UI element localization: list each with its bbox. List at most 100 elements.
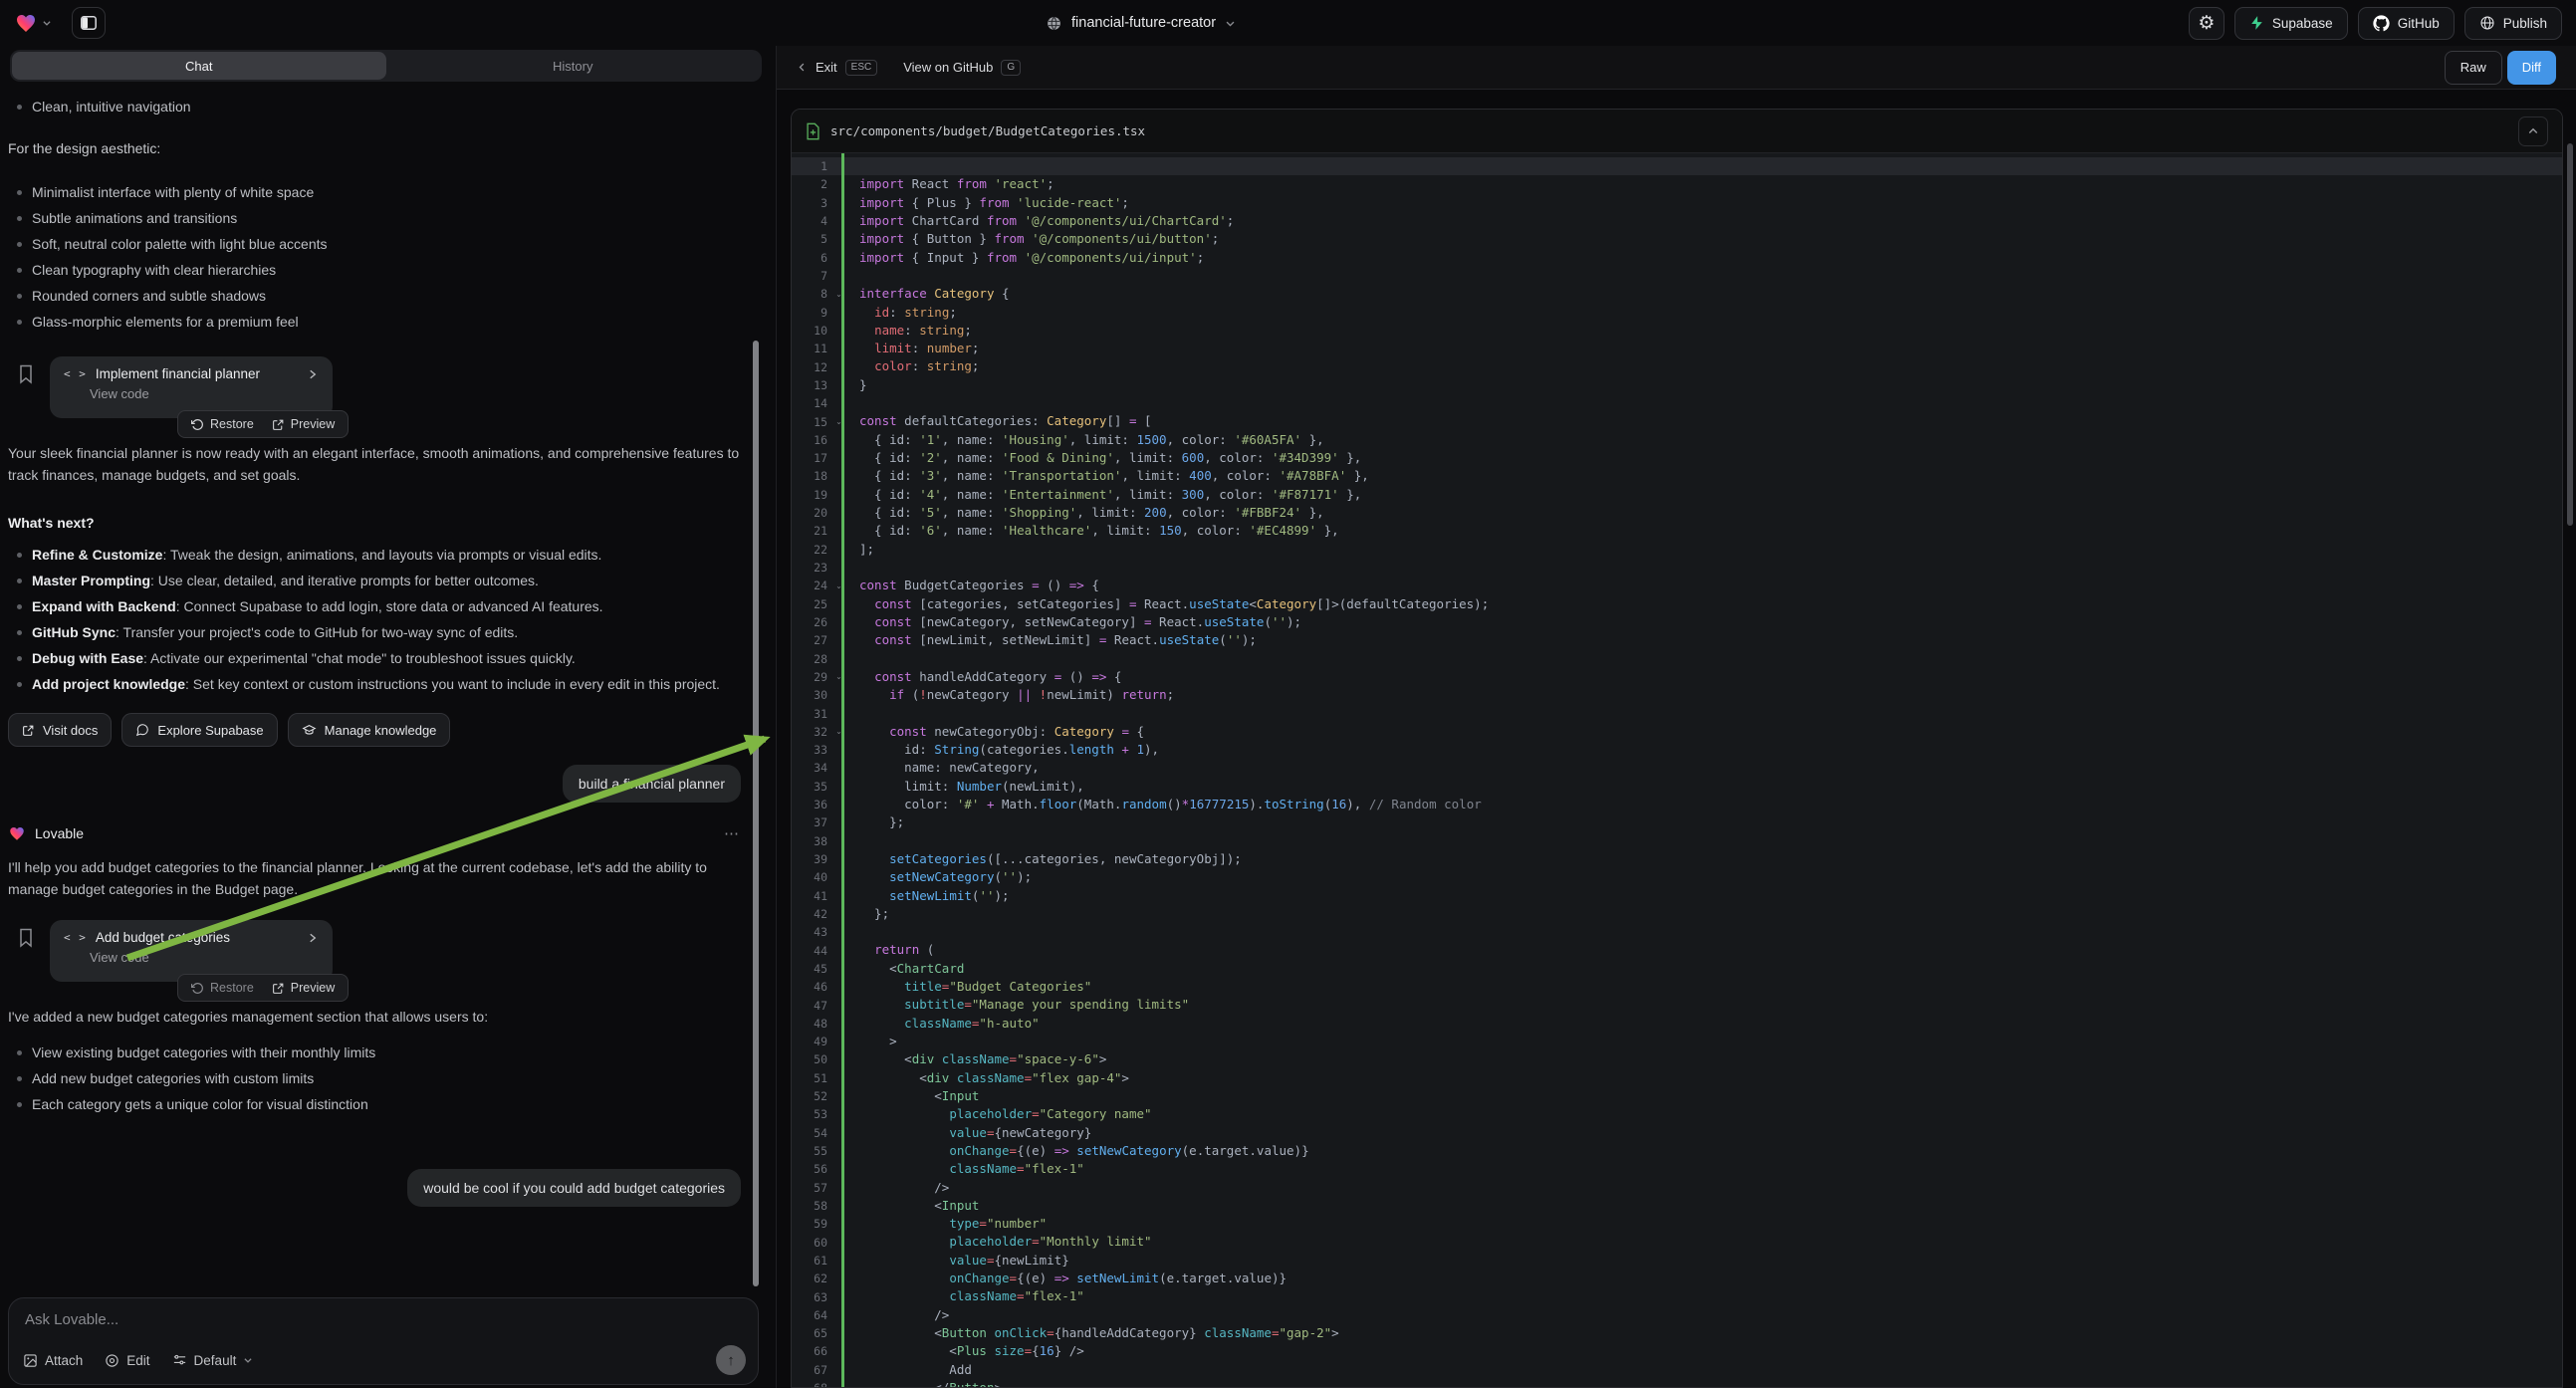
line-number: 55 — [792, 1144, 827, 1158]
list-item: Glass-morphic elements for a premium fee… — [8, 309, 741, 335]
code-text: const [newLimit, setNewLimit] = React.us… — [859, 631, 1257, 649]
list-item: Add project knowledge: Set key context o… — [8, 671, 741, 697]
preview-button[interactable]: Preview — [263, 981, 344, 995]
list-item: View existing budget categories with the… — [8, 1040, 741, 1065]
bookmark-icon[interactable] — [18, 364, 34, 384]
code-line: 65 <Button onClick={handleAddCategory} c… — [792, 1324, 2562, 1342]
supabase-label: Supabase — [2272, 16, 2333, 31]
exit-label: Exit — [816, 60, 837, 75]
line-number: 37 — [792, 815, 827, 829]
bookmark-icon[interactable] — [18, 928, 34, 948]
tab-chat[interactable]: Chat — [12, 52, 386, 80]
code-text: color: string; — [859, 357, 979, 375]
fold-chevron-icon[interactable]: ⌄ — [827, 417, 850, 426]
line-number: 27 — [792, 633, 827, 647]
edit-card-add-budget-categories[interactable]: < > Add budget categories View code — [50, 920, 333, 982]
code-text: id: string; — [859, 304, 957, 322]
code-text: import ChartCard from '@/components/ui/C… — [859, 212, 1234, 230]
code-line: 27 const [newLimit, setNewLimit] = React… — [792, 631, 2562, 649]
file-path: src/components/budget/BudgetCategories.t… — [830, 123, 1145, 138]
code-text: /> — [859, 1179, 949, 1197]
chat-scroll-area[interactable]: Clean, intuitive navigation For the desi… — [0, 82, 767, 1297]
supabase-button[interactable]: Supabase — [2234, 7, 2348, 40]
code-text: placeholder="Monthly limit" — [859, 1233, 1152, 1251]
settings-button[interactable]: ⚙ — [2189, 7, 2225, 40]
code-viewer-panel: Exit ESC View on GitHub G Raw Diff src/c… — [776, 46, 2576, 1388]
publish-globe-icon — [2479, 15, 2495, 31]
code-text: limit: Number(newLimit), — [859, 778, 1084, 796]
code-line: 38 — [792, 832, 2562, 850]
line-number: 45 — [792, 962, 827, 976]
code-text: id: String(categories.length + 1), — [859, 741, 1159, 759]
chat-input[interactable]: Ask Lovable... — [9, 1298, 758, 1328]
lovable-logo-menu[interactable] — [14, 11, 52, 35]
code-line: 67 Add — [792, 1361, 2562, 1379]
chat-composer[interactable]: Ask Lovable... Attach Edit Default ↑ — [8, 1297, 759, 1385]
list-item: Clean, intuitive navigation — [8, 94, 741, 119]
raw-toggle-button[interactable]: Raw — [2445, 51, 2502, 85]
line-number: 21 — [792, 524, 827, 538]
project-name: financial-future-creator — [1071, 15, 1216, 31]
code-text: ]; — [859, 541, 874, 559]
diff-toggle-button[interactable]: Diff — [2507, 51, 2556, 85]
project-selector[interactable]: financial-future-creator — [1046, 0, 1236, 46]
fold-chevron-icon[interactable]: ⌄ — [827, 672, 850, 681]
code-line: 26 const [newCategory, setNewCategory] =… — [792, 613, 2562, 631]
code-body[interactable]: 12import React from 'react';3import { Pl… — [792, 153, 2562, 1387]
github-button[interactable]: GitHub — [2358, 7, 2455, 40]
code-line: 1 — [792, 157, 2562, 175]
view-on-github-button[interactable]: View on GitHub G — [903, 60, 1021, 76]
line-number: 11 — [792, 342, 827, 355]
more-options-icon[interactable]: ⋯ — [724, 824, 741, 842]
manage-knowledge-button[interactable]: Manage knowledge — [288, 713, 451, 747]
line-number: 50 — [792, 1052, 827, 1066]
view-code-link[interactable]: View code — [90, 950, 319, 965]
explore-supabase-button[interactable]: Explore Supabase — [121, 713, 277, 747]
code-scrollbar[interactable] — [2567, 143, 2573, 526]
edit-mode-button[interactable]: Edit — [105, 1353, 149, 1368]
preview-label: Preview — [291, 981, 335, 995]
code-line: 64 /> — [792, 1306, 2562, 1324]
send-button[interactable]: ↑ — [716, 1345, 746, 1375]
user-message-bubble: would be cool if you could add budget ca… — [407, 1169, 741, 1207]
sliders-icon — [172, 1353, 187, 1368]
code-text: const [categories, setCategories] = Reac… — [859, 595, 1489, 613]
whats-next-bullet-list: Refine & Customize: Tweak the design, an… — [8, 542, 741, 697]
code-text: title="Budget Categories" — [859, 978, 1091, 996]
list-item: Soft, neutral color palette with light b… — [8, 231, 741, 257]
view-code-link[interactable]: View code — [90, 386, 319, 401]
code-line: 41 setNewLimit(''); — [792, 887, 2562, 905]
restore-button[interactable]: Restore — [182, 417, 263, 431]
toggle-sidebar-button[interactable] — [72, 7, 106, 39]
tab-history[interactable]: History — [386, 52, 761, 80]
diff-file-header[interactable]: src/components/budget/BudgetCategories.t… — [792, 110, 2562, 153]
edit-label: Edit — [126, 1353, 149, 1368]
whats-next-heading: What's next? — [8, 512, 741, 534]
exit-button[interactable]: Exit ESC — [797, 60, 877, 76]
line-number: 24 — [792, 578, 827, 592]
line-number: 60 — [792, 1236, 827, 1250]
fold-chevron-icon[interactable]: ⌄ — [827, 290, 850, 299]
collapse-file-button[interactable] — [2518, 116, 2548, 146]
manage-knowledge-label: Manage knowledge — [325, 723, 437, 738]
fold-chevron-icon[interactable]: ⌄ — [827, 581, 850, 590]
attach-button[interactable]: Attach — [23, 1353, 83, 1368]
code-line: 37 }; — [792, 813, 2562, 831]
edit-card-implement-planner[interactable]: < > Implement financial planner View cod… — [50, 356, 333, 418]
model-selector[interactable]: Default — [172, 1353, 254, 1368]
code-line: 46 title="Budget Categories" — [792, 978, 2562, 996]
chat-scrollbar[interactable] — [753, 341, 759, 1286]
code-text: if (!newCategory || !newLimit) return; — [859, 686, 1174, 704]
code-line: 43 — [792, 923, 2562, 941]
code-line: 36 color: '#' + Math.floor(Math.random()… — [792, 796, 2562, 813]
restore-button[interactable]: Restore — [182, 981, 263, 995]
visit-docs-button[interactable]: Visit docs — [8, 713, 112, 747]
code-text: <div className="flex gap-4"> — [859, 1069, 1129, 1087]
fold-chevron-icon[interactable]: ⌄ — [827, 727, 850, 736]
preview-button[interactable]: Preview — [263, 417, 344, 431]
lovable-heart-icon — [8, 824, 26, 842]
publish-button[interactable]: Publish — [2464, 7, 2562, 40]
leading-bullet-list: Clean, intuitive navigation — [8, 94, 741, 119]
code-line: 34 name: newCategory, — [792, 759, 2562, 777]
code-text: import { Input } from '@/components/ui/i… — [859, 249, 1204, 267]
